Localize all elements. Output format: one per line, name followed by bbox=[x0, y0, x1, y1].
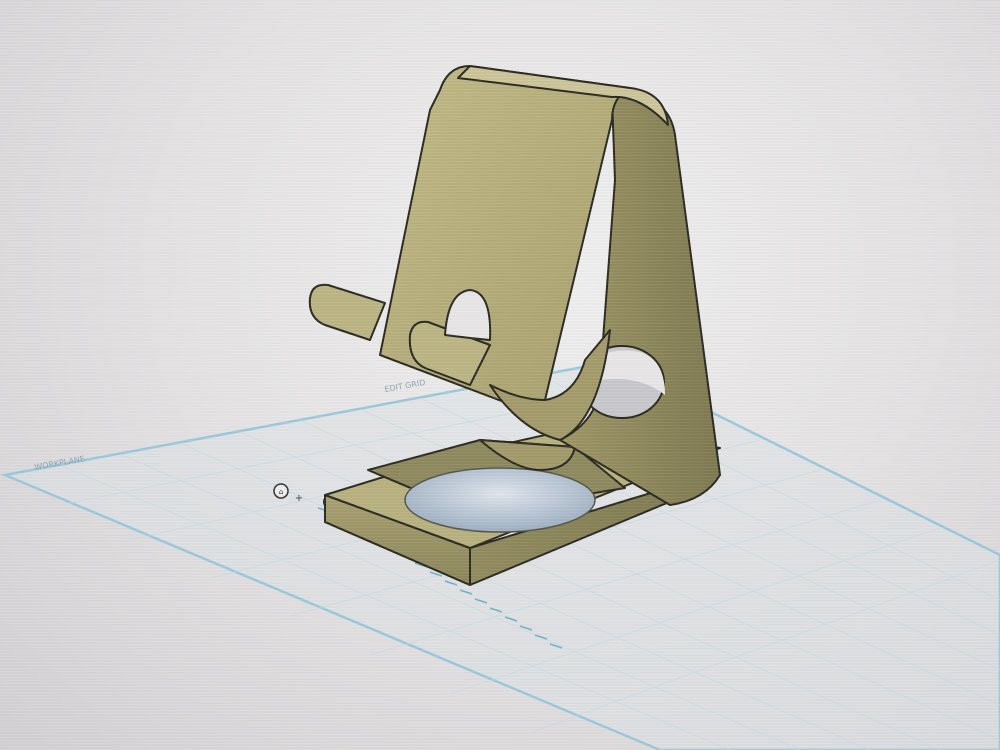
scene-canvas[interactable]: WORKPLANE EDIT GRID ⌂ + bbox=[0, 0, 1000, 750]
svg-text:+: + bbox=[295, 493, 303, 504]
base-hole bbox=[404, 467, 596, 533]
grid-label: EDIT GRID bbox=[384, 378, 426, 394]
plus-icon[interactable]: + bbox=[295, 493, 303, 504]
svg-text:⌂: ⌂ bbox=[279, 488, 283, 496]
home-icon[interactable]: ⌂ bbox=[273, 483, 289, 499]
3d-viewport[interactable]: WORKPLANE EDIT GRID ⌂ + bbox=[0, 0, 1000, 750]
lip-left bbox=[308, 283, 386, 341]
phone-stand-model[interactable] bbox=[308, 65, 721, 586]
